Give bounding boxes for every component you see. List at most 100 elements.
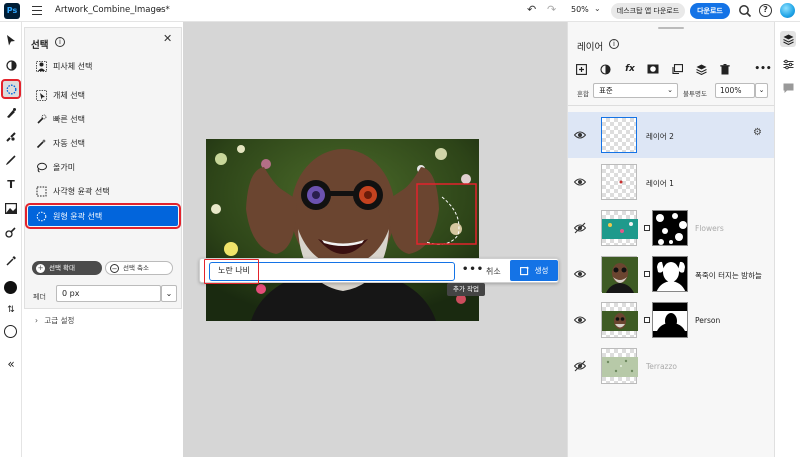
layer-thumbnail[interactable]: [601, 210, 638, 246]
healing-tool-icon[interactable]: [3, 129, 19, 145]
brush-tool-icon[interactable]: [3, 152, 19, 168]
trash-icon[interactable]: [718, 62, 732, 76]
mask-link-icon[interactable]: [644, 271, 650, 277]
image-tool-icon[interactable]: [3, 200, 19, 216]
eye-icon[interactable]: [574, 129, 586, 141]
opacity-input[interactable]: 100%: [715, 83, 755, 98]
layer-stack-icon[interactable]: [694, 62, 708, 76]
quick-select-icon: [35, 113, 47, 125]
lasso-item[interactable]: 올가미: [35, 159, 75, 175]
opacity-label: 불투명도: [683, 90, 707, 98]
eye-icon[interactable]: [574, 314, 586, 326]
generate-label: 생성: [534, 266, 549, 275]
eye-icon[interactable]: [574, 176, 586, 188]
hamburger-menu-icon[interactable]: [32, 6, 42, 15]
download-button[interactable]: 다운로드: [690, 3, 730, 19]
advanced-settings-toggle[interactable]: › 고급 설정: [35, 315, 74, 326]
magic-wand-label: 자동 선택: [53, 138, 85, 148]
redo-icon[interactable]: ↷: [547, 3, 556, 16]
shrink-selection-button[interactable]: − 선택 축소: [105, 261, 173, 275]
prompt-input[interactable]: 노란 나비: [204, 259, 455, 284]
quick-select-item[interactable]: 빠른 선택: [35, 111, 85, 127]
layer-thumbnail[interactable]: [601, 164, 637, 200]
layers-panel-icon[interactable]: [780, 31, 796, 47]
info-icon[interactable]: i: [609, 39, 619, 49]
clone-tool-icon[interactable]: [3, 224, 19, 240]
magic-wand-item[interactable]: 자동 선택: [35, 135, 85, 151]
blend-mode-label: 혼합: [577, 90, 589, 98]
brush-selection-icon[interactable]: [3, 105, 19, 121]
zoom-chevron-icon[interactable]: ⌄: [594, 4, 601, 13]
mask-link-icon[interactable]: [644, 225, 650, 231]
collapse-toolbar-icon[interactable]: «: [3, 356, 19, 372]
cancel-button[interactable]: 취소: [486, 266, 501, 277]
rect-marquee-item[interactable]: 사각형 윤곽 선택: [35, 183, 110, 199]
desktop-app-download-button[interactable]: 데스크탑 앱 다운로드: [611, 3, 685, 19]
layer-row-fireworks[interactable]: 폭죽이 터지는 밤하늘: [568, 251, 775, 297]
generate-button[interactable]: 생성: [510, 260, 558, 281]
panel-drag-handle[interactable]: [658, 27, 684, 29]
canvas-image[interactable]: [206, 139, 479, 321]
properties-panel-icon[interactable]: [780, 56, 796, 72]
eye-hidden-icon[interactable]: [574, 222, 586, 234]
feather-input[interactable]: 0 px: [56, 285, 161, 302]
layer-mask-thumbnail[interactable]: [652, 302, 688, 338]
comments-panel-icon[interactable]: [780, 80, 796, 96]
feather-dropdown-icon[interactable]: ⌄: [161, 285, 177, 302]
shrink-selection-label: 선택 축소: [123, 264, 149, 272]
mask-link-icon[interactable]: [644, 317, 650, 323]
layer-row-flowers[interactable]: Flowers: [568, 205, 775, 251]
undo-icon[interactable]: ↶: [527, 3, 536, 16]
document-title[interactable]: Artwork_Combine_Images*: [55, 5, 170, 15]
select-subject-label: 피사체 선택: [53, 61, 93, 71]
eye-icon[interactable]: [574, 268, 586, 280]
type-tool-icon[interactable]: T: [3, 176, 19, 192]
layer-properties-icon[interactable]: ⚙: [753, 127, 762, 138]
layer-name: 레이어 2: [646, 132, 674, 141]
eye-hidden-icon[interactable]: [574, 360, 586, 372]
fx-icon[interactable]: fx: [623, 62, 637, 76]
avatar[interactable]: [780, 3, 795, 18]
ellipse-marquee-item[interactable]: 원형 윤곽 선택: [25, 203, 181, 229]
canvas-area[interactable]: [183, 22, 567, 457]
layer-thumbnail[interactable]: [601, 256, 638, 293]
info-icon[interactable]: i: [55, 37, 65, 47]
layer-row-layer-2[interactable]: 레이어 2 ⚙: [568, 112, 775, 158]
panel-switcher-strip: [774, 22, 800, 457]
layer-name: 레이어 1: [646, 179, 674, 188]
selection-tool-icon[interactable]: [1, 79, 21, 99]
zoom-level[interactable]: 50%: [571, 5, 589, 14]
foreground-color-swatch[interactable]: [4, 281, 17, 294]
eyedropper-icon[interactable]: [3, 253, 19, 269]
adjustment-layer-icon[interactable]: [598, 62, 612, 76]
object-select-item[interactable]: 개체 선택: [35, 87, 85, 103]
swap-colors-icon[interactable]: ⇅: [3, 302, 19, 318]
layer-row-person[interactable]: Person: [568, 297, 775, 343]
add-layer-icon[interactable]: [574, 62, 588, 76]
layer-mask-thumbnail[interactable]: [652, 256, 688, 292]
layer-mask-thumbnail[interactable]: [652, 210, 688, 246]
move-tool-icon[interactable]: [3, 32, 19, 48]
layer-name: Flowers: [695, 224, 724, 233]
layer-row-layer-1[interactable]: 레이어 1: [568, 159, 775, 205]
adjust-tool-icon[interactable]: [3, 57, 19, 73]
expand-selection-label: 선택 확대: [49, 264, 75, 272]
blend-mode-select[interactable]: 표준 ⌄: [593, 83, 678, 98]
add-mask-icon[interactable]: [646, 62, 660, 76]
layer-row-terrazzo[interactable]: Terrazzo: [568, 343, 775, 389]
help-icon[interactable]: ?: [759, 4, 772, 17]
layer-thumbnail[interactable]: [601, 348, 638, 384]
expand-selection-button[interactable]: + 선택 확대: [32, 261, 102, 275]
quick-select-label: 빠른 선택: [53, 114, 85, 124]
background-color-swatch[interactable]: [4, 325, 17, 338]
select-subject-item[interactable]: 피사체 선택: [35, 58, 92, 74]
chevron-down-icon[interactable]: ⌄: [156, 4, 164, 14]
layer-thumbnail[interactable]: [601, 117, 637, 153]
clip-layer-icon[interactable]: [670, 62, 684, 76]
search-icon[interactable]: [738, 4, 752, 18]
more-options-icon[interactable]: •••: [462, 264, 484, 275]
opacity-dropdown-icon[interactable]: ⌄: [755, 83, 768, 98]
more-options-icon[interactable]: •••: [754, 62, 771, 76]
layer-thumbnail[interactable]: [601, 302, 638, 338]
close-icon[interactable]: ✕: [163, 32, 172, 45]
